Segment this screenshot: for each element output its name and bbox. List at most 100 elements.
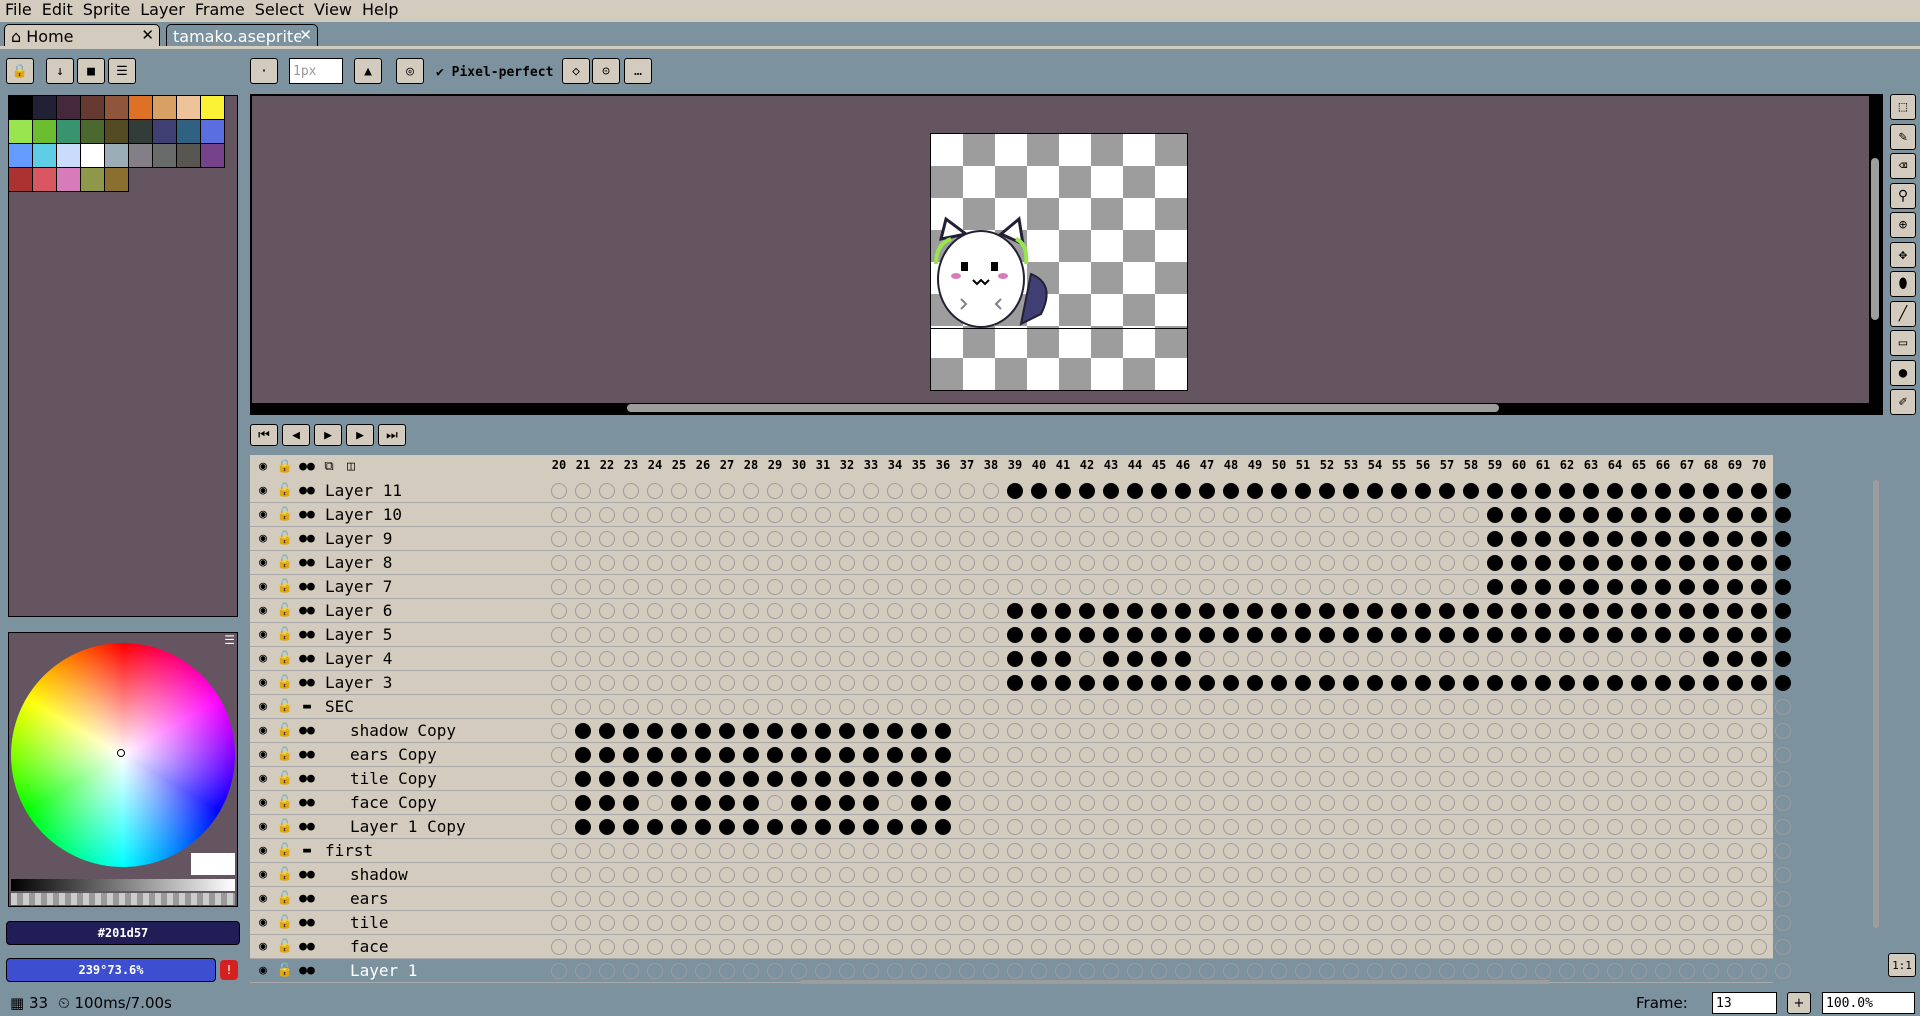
cel-empty[interactable] — [1055, 843, 1071, 859]
cel-filled[interactable] — [1127, 675, 1143, 691]
cel-empty[interactable] — [1415, 531, 1431, 547]
lock-icon[interactable]: 🔓 — [275, 577, 295, 597]
cel-empty[interactable] — [1439, 795, 1455, 811]
cel-empty[interactable] — [1223, 939, 1239, 955]
cel-empty[interactable] — [695, 963, 711, 979]
cel-empty[interactable] — [1535, 771, 1551, 787]
frame-number[interactable]: 42 — [1075, 458, 1099, 472]
cel-empty[interactable] — [1463, 915, 1479, 931]
cel-filled[interactable] — [815, 771, 831, 787]
cel-empty[interactable] — [743, 651, 759, 667]
cel-empty[interactable] — [1055, 747, 1071, 763]
cel-empty[interactable] — [791, 843, 807, 859]
cel-empty[interactable] — [575, 603, 591, 619]
cel-empty[interactable] — [1607, 963, 1623, 979]
cel-empty[interactable] — [1751, 795, 1767, 811]
cel-empty[interactable] — [887, 963, 903, 979]
cel-empty[interactable] — [1535, 963, 1551, 979]
cel-empty[interactable] — [1415, 723, 1431, 739]
cel-empty[interactable] — [1103, 843, 1119, 859]
cel-empty[interactable] — [599, 915, 615, 931]
cel-empty[interactable] — [1295, 651, 1311, 667]
cel-empty[interactable] — [1007, 507, 1023, 523]
cel-filled[interactable] — [719, 747, 735, 763]
cel-empty[interactable] — [959, 507, 975, 523]
frame-number[interactable]: 41 — [1051, 458, 1075, 472]
cel-empty[interactable] — [1079, 867, 1095, 883]
cel-empty[interactable] — [1439, 651, 1455, 667]
cel-empty[interactable] — [887, 555, 903, 571]
cel-empty[interactable] — [1175, 843, 1191, 859]
cel-empty[interactable] — [983, 843, 999, 859]
cel-empty[interactable] — [1583, 651, 1599, 667]
cel-empty[interactable] — [1271, 723, 1287, 739]
cel-empty[interactable] — [1439, 747, 1455, 763]
cel-empty[interactable] — [743, 699, 759, 715]
cel-filled[interactable] — [1127, 603, 1143, 619]
cel-empty[interactable] — [1559, 699, 1575, 715]
frame-number[interactable]: 26 — [691, 458, 715, 472]
cel-empty[interactable] — [1511, 963, 1527, 979]
cel-empty[interactable] — [575, 939, 591, 955]
cel-empty[interactable] — [791, 939, 807, 955]
cel-empty[interactable] — [1127, 795, 1143, 811]
cel-filled[interactable] — [647, 771, 663, 787]
fg-color-hsv[interactable]: 239°73.6% — [6, 958, 216, 982]
frame-number[interactable]: 68 — [1699, 458, 1723, 472]
layer-name[interactable]: first — [325, 839, 373, 863]
cel-filled[interactable] — [1295, 627, 1311, 643]
cel-empty[interactable] — [911, 579, 927, 595]
cel-empty[interactable] — [1175, 507, 1191, 523]
cel-empty[interactable] — [1439, 555, 1455, 571]
cel-empty[interactable] — [1271, 507, 1287, 523]
cel-filled[interactable] — [1343, 483, 1359, 499]
cel-empty[interactable] — [1463, 507, 1479, 523]
cel-empty[interactable] — [1175, 963, 1191, 979]
cel-empty[interactable] — [767, 507, 783, 523]
move-tool[interactable]: ✥ — [1890, 241, 1916, 268]
cel-empty[interactable] — [815, 891, 831, 907]
cel-filled[interactable] — [1415, 483, 1431, 499]
cel-empty[interactable] — [911, 843, 927, 859]
cel-empty[interactable] — [1775, 867, 1791, 883]
cel-empty[interactable] — [1319, 939, 1335, 955]
cel-filled[interactable] — [575, 723, 591, 739]
cel-filled[interactable] — [1439, 627, 1455, 643]
cel-empty[interactable] — [1175, 531, 1191, 547]
cel-empty[interactable] — [1607, 939, 1623, 955]
cel-empty[interactable] — [959, 579, 975, 595]
continuous-icon[interactable]: ●● — [297, 505, 317, 525]
cel-empty[interactable] — [575, 915, 591, 931]
cel-empty[interactable] — [1631, 699, 1647, 715]
cel-empty[interactable] — [743, 627, 759, 643]
cel-empty[interactable] — [1103, 699, 1119, 715]
continuous-icon[interactable]: ●● — [297, 601, 317, 621]
cel-filled[interactable] — [1607, 627, 1623, 643]
cel-empty[interactable] — [1079, 579, 1095, 595]
cel-empty[interactable] — [1631, 891, 1647, 907]
frame-number[interactable]: 35 — [907, 458, 931, 472]
cel-filled[interactable] — [1439, 675, 1455, 691]
cel-empty[interactable] — [1343, 531, 1359, 547]
cel-empty[interactable] — [1535, 819, 1551, 835]
alpha-slider[interactable] — [11, 893, 235, 905]
cel-empty[interactable] — [791, 579, 807, 595]
frame-number[interactable]: 65 — [1627, 458, 1651, 472]
cel-empty[interactable] — [839, 531, 855, 547]
cel-empty[interactable] — [671, 627, 687, 643]
cel-empty[interactable] — [1247, 747, 1263, 763]
cel-filled[interactable] — [1511, 531, 1527, 547]
cel-empty[interactable] — [1487, 747, 1503, 763]
cel-filled[interactable] — [1199, 603, 1215, 619]
cel-empty[interactable] — [839, 651, 855, 667]
cel-empty[interactable] — [983, 867, 999, 883]
cel-empty[interactable] — [1175, 795, 1191, 811]
continuous-icon[interactable]: ●● — [297, 481, 317, 501]
cel-empty[interactable] — [1151, 507, 1167, 523]
cel-empty[interactable] — [1079, 963, 1095, 979]
cel-empty[interactable] — [1463, 771, 1479, 787]
cel-empty[interactable] — [1343, 507, 1359, 523]
cel-filled[interactable] — [1679, 507, 1695, 523]
frame-number[interactable]: 36 — [931, 458, 955, 472]
cel-empty[interactable] — [1655, 651, 1671, 667]
